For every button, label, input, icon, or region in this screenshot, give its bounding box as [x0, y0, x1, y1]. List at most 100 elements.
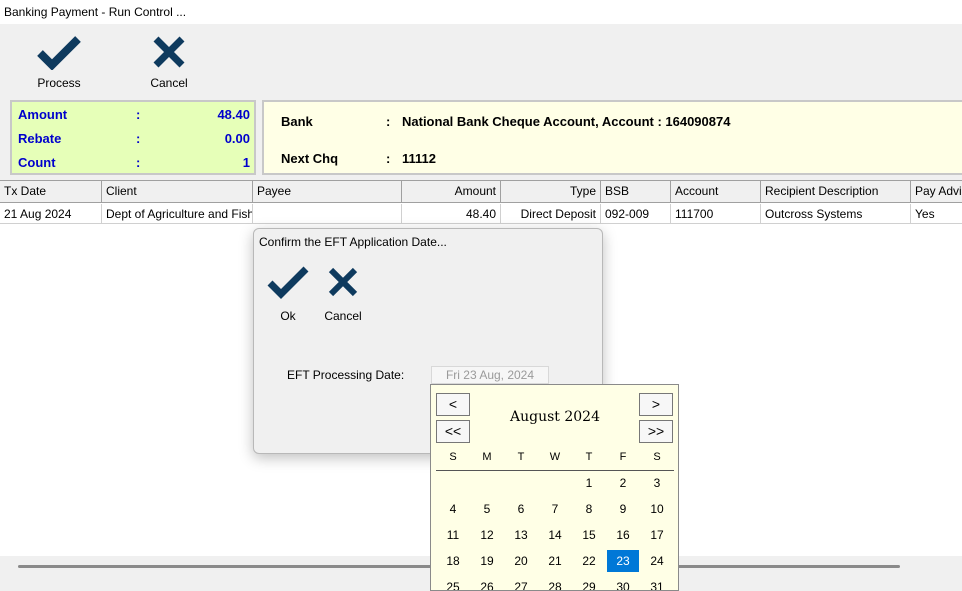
next-cheque-label: Next Chq	[281, 151, 339, 166]
rebate-row: Rebate : 0.00	[18, 128, 250, 150]
calendar-day-7[interactable]: 7	[539, 498, 571, 520]
close-icon	[328, 267, 358, 297]
calendar-day-5[interactable]: 5	[471, 498, 503, 520]
dialog-cancel-button[interactable]: Cancel	[318, 265, 368, 323]
eft-processing-date-label: EFT Processing Date:	[287, 368, 405, 382]
column-header-recipient-description[interactable]: Recipient Description	[761, 181, 911, 203]
calendar-day-19[interactable]: 19	[471, 550, 503, 572]
next-month-button[interactable]: >	[639, 393, 673, 416]
eft-processing-date-field[interactable]: Fri 23 Aug, 2024	[431, 366, 549, 384]
amount-row: Amount : 48.40	[18, 104, 250, 126]
calendar-day-11[interactable]: 11	[437, 524, 469, 546]
payment-summary-panel: Amount : 48.40 Rebate : 0.00 Count : 1	[10, 100, 256, 175]
calendar-day-25[interactable]: 25	[437, 576, 469, 590]
column-header-amount[interactable]: Amount	[402, 181, 501, 203]
table-cell-type[interactable]: Direct Deposit	[501, 204, 601, 224]
calendar-day-29[interactable]: 29	[573, 576, 605, 590]
calendar-separator	[436, 470, 674, 471]
calendar-day-15[interactable]: 15	[573, 524, 605, 546]
date-picker-calendar: < << > >> August 2024 S M T W T F S 1234…	[430, 384, 679, 591]
calendar-day-18[interactable]: 18	[437, 550, 469, 572]
calendar-day-12[interactable]: 12	[471, 524, 503, 546]
bank-account-value: National Bank Cheque Account, Account : …	[402, 114, 731, 129]
colon: :	[136, 155, 141, 170]
colon: :	[386, 151, 391, 166]
calendar-day-8[interactable]: 8	[573, 498, 605, 520]
bank-info-panel: Bank : National Bank Cheque Account, Acc…	[262, 100, 962, 175]
calendar-day-21[interactable]: 21	[539, 550, 571, 572]
calendar-day-20[interactable]: 20	[505, 550, 537, 572]
calendar-day-27[interactable]: 27	[505, 576, 537, 590]
checkmark-icon	[37, 36, 81, 70]
column-header-tx-date[interactable]: Tx Date	[0, 181, 102, 203]
weekday-label-mon: M	[482, 451, 492, 463]
previous-year-button[interactable]: <<	[436, 420, 470, 443]
column-header-client[interactable]: Client	[102, 181, 253, 203]
calendar-day-2[interactable]: 2	[607, 472, 639, 494]
previous-month-button[interactable]: <	[436, 393, 470, 416]
column-header-pay-advice[interactable]: Pay Advice	[911, 181, 962, 203]
table-cell-tx-date[interactable]: 21 Aug 2024	[0, 204, 102, 224]
calendar-day-31[interactable]: 31	[641, 576, 673, 590]
count-value: 1	[242, 155, 250, 170]
banking-payment-window: Banking Payment - Run Control ... Proces…	[0, 0, 962, 591]
column-header-payee[interactable]: Payee	[253, 181, 402, 203]
window-title: Banking Payment - Run Control ...	[0, 0, 962, 24]
dialog-cancel-label: Cancel	[324, 309, 362, 323]
rebate-value: 0.00	[224, 131, 250, 146]
table-cell-recipient-description[interactable]: Outcross Systems	[761, 204, 911, 224]
colon: :	[136, 131, 141, 146]
calendar-day-14[interactable]: 14	[539, 524, 571, 546]
close-icon	[153, 36, 185, 68]
rebate-label: Rebate	[18, 131, 62, 146]
calendar-day-1[interactable]: 1	[573, 472, 605, 494]
calendar-day-17[interactable]: 17	[641, 524, 673, 546]
bank-label: Bank	[281, 114, 313, 129]
cancel-button[interactable]: Cancel	[129, 34, 209, 94]
ok-label: Ok	[280, 309, 296, 323]
count-label: Count	[18, 155, 56, 170]
calendar-day-16[interactable]: 16	[607, 524, 639, 546]
calendar-day-28[interactable]: 28	[539, 576, 571, 590]
cancel-label: Cancel	[150, 76, 188, 90]
weekday-label-thu: T	[585, 451, 593, 463]
calendar-day-6[interactable]: 6	[505, 498, 537, 520]
column-header-type[interactable]: Type	[501, 181, 601, 203]
colon: :	[386, 114, 391, 129]
calendar-day-3[interactable]: 3	[641, 472, 673, 494]
process-label: Process	[37, 76, 81, 90]
process-button[interactable]: Process	[19, 34, 99, 94]
next-year-button[interactable]: >>	[639, 420, 673, 443]
dialog-title: Confirm the EFT Application Date...	[259, 235, 447, 249]
amount-label: Amount	[18, 107, 68, 122]
calendar-day-23[interactable]: 23	[607, 550, 639, 572]
ok-button[interactable]: Ok	[263, 265, 313, 323]
table-cell-amount[interactable]: 48.40	[402, 204, 501, 224]
calendar-day-30[interactable]: 30	[607, 576, 639, 590]
calendar-month-title: August 2024	[510, 409, 600, 425]
weekday-label-fri: F	[619, 451, 627, 463]
table-cell-payee[interactable]	[253, 204, 402, 224]
calendar-day-9[interactable]: 9	[607, 498, 639, 520]
weekday-label-sat: S	[653, 451, 661, 463]
calendar-day-10[interactable]: 10	[641, 498, 673, 520]
next-cheque-value: 11112	[402, 151, 436, 166]
calendar-day-24[interactable]: 24	[641, 550, 673, 572]
colon: :	[136, 107, 141, 122]
column-header-bsb[interactable]: BSB	[601, 181, 671, 203]
count-row: Count : 1	[18, 152, 250, 174]
amount-value: 48.40	[217, 107, 250, 122]
table-cell-account[interactable]: 111700	[671, 204, 761, 224]
calendar-day-22[interactable]: 22	[573, 550, 605, 572]
calendar-day-26[interactable]: 26	[471, 576, 503, 590]
checkmark-icon	[267, 266, 309, 299]
calendar-day-4[interactable]: 4	[437, 498, 469, 520]
weekday-label-sun: S	[449, 451, 457, 463]
weekday-label-wed: W	[549, 451, 561, 463]
column-header-account[interactable]: Account	[671, 181, 761, 203]
weekday-label-tue: T	[517, 451, 525, 463]
table-cell-client[interactable]: Dept of Agriculture and Fisheries	[102, 204, 253, 224]
calendar-day-13[interactable]: 13	[505, 524, 537, 546]
table-cell-pay-advice[interactable]: Yes	[911, 204, 962, 224]
table-cell-bsb[interactable]: 092-009	[601, 204, 671, 224]
